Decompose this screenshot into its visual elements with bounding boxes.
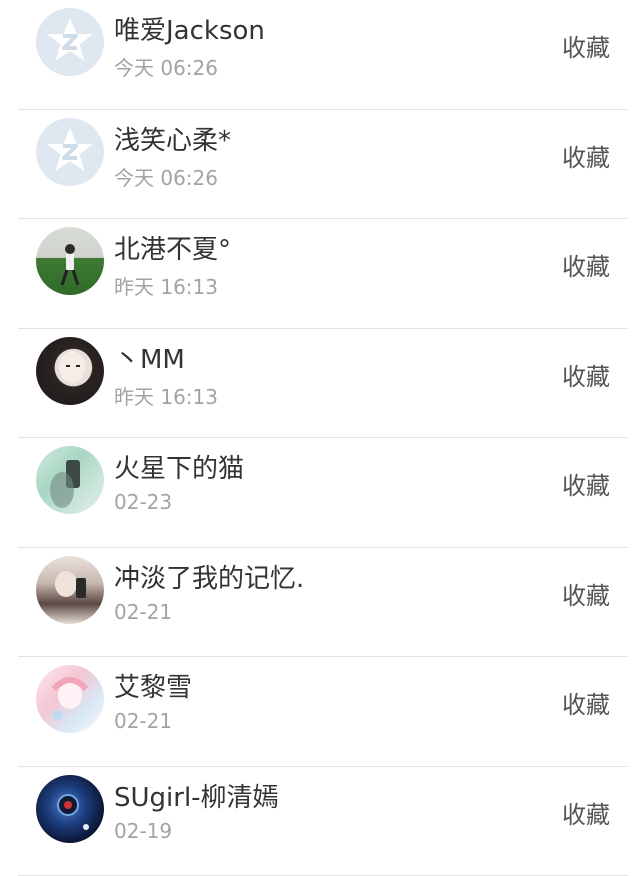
avatar[interactable]: [36, 556, 104, 624]
contact-name: 火星下的猫: [114, 448, 244, 485]
avatar[interactable]: [36, 337, 104, 405]
visit-time: 02-23: [114, 490, 172, 514]
list-item[interactable]: 艾黎雪 02-21 收藏: [18, 657, 628, 767]
favorite-button[interactable]: 收藏: [562, 138, 610, 173]
qq-star-icon: [36, 8, 104, 76]
avatar[interactable]: [36, 8, 104, 76]
contact-name: 北港不夏°: [114, 229, 231, 266]
list-item[interactable]: 火星下的猫 02-23 收藏: [18, 438, 628, 548]
list-item[interactable]: 冲淡了我的记忆. 02-21 收藏: [18, 548, 628, 658]
anime-avatar-icon: [36, 665, 104, 733]
visitor-list: 唯爱Jackson 今天 06:26 收藏 浅笑心柔* 今天 06:26 收藏 …: [0, 0, 640, 876]
visit-time: 02-21: [114, 600, 172, 624]
visit-time: 今天 06:26: [114, 162, 218, 191]
avatar[interactable]: [36, 775, 104, 843]
favorite-button[interactable]: 收藏: [562, 28, 610, 63]
list-item[interactable]: SUgirl-柳清嫣 02-19 收藏: [18, 767, 628, 876]
visit-time: 昨天 16:13: [114, 381, 218, 410]
list-item[interactable]: 丶MM 昨天 16:13 收藏: [18, 329, 628, 439]
person-photo-icon: [36, 446, 104, 514]
list-item[interactable]: 浅笑心柔* 今天 06:26 收藏: [18, 110, 628, 220]
qq-star-icon: [36, 118, 104, 186]
contact-name: 浅笑心柔*: [114, 120, 231, 157]
avatar[interactable]: [36, 446, 104, 514]
contact-name: 冲淡了我的记忆.: [114, 558, 304, 595]
contact-name: SUgirl-柳清嫣: [114, 777, 279, 814]
contact-name: 艾黎雪: [114, 667, 192, 704]
contact-name: 丶MM: [114, 339, 185, 376]
avatar[interactable]: [36, 227, 104, 295]
visit-time: 02-19: [114, 819, 172, 843]
favorite-button[interactable]: 收藏: [562, 795, 610, 830]
visit-time: 02-21: [114, 709, 172, 733]
avatar[interactable]: [36, 118, 104, 186]
avatar[interactable]: [36, 665, 104, 733]
favorite-button[interactable]: 收藏: [562, 576, 610, 611]
favorite-button[interactable]: 收藏: [562, 466, 610, 501]
list-item[interactable]: 唯爱Jackson 今天 06:26 收藏: [18, 0, 628, 110]
person-photo-icon: [36, 337, 104, 405]
fantasy-avatar-icon: [36, 775, 104, 843]
visit-time: 昨天 16:13: [114, 271, 218, 300]
list-item[interactable]: 北港不夏° 昨天 16:13 收藏: [18, 219, 628, 329]
person-photo-icon: [36, 227, 104, 295]
favorite-button[interactable]: 收藏: [562, 357, 610, 392]
visit-time: 今天 06:26: [114, 52, 218, 81]
contact-name: 唯爱Jackson: [114, 10, 265, 47]
favorite-button[interactable]: 收藏: [562, 685, 610, 720]
favorite-button[interactable]: 收藏: [562, 247, 610, 282]
person-photo-icon: [36, 556, 104, 624]
